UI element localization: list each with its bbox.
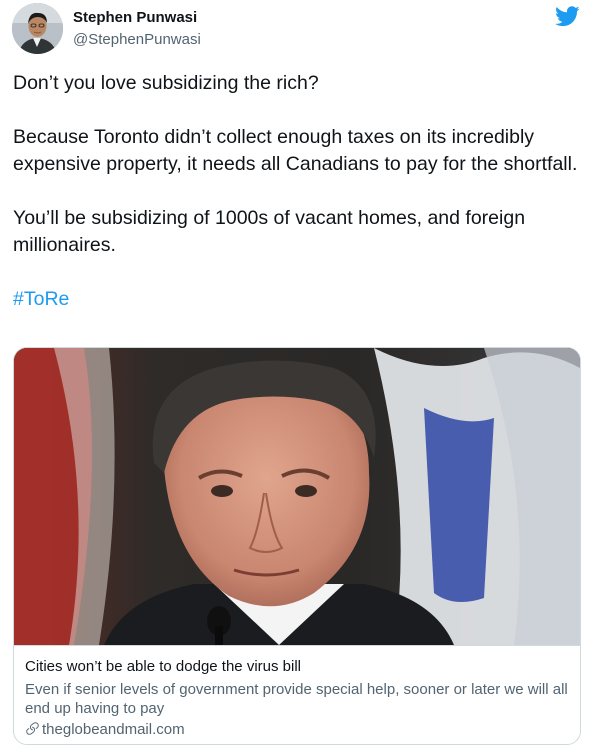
card-domain-text[interactable]: theglobeandmail.com [42, 721, 185, 738]
card-description: Even if senior levels of government prov… [25, 681, 568, 717]
card-photo [14, 348, 580, 645]
card-meta[interactable]: Cities won’t be able to dodge the virus … [14, 645, 580, 744]
link-icon [26, 722, 39, 735]
hashtag-line: #ToRe [13, 286, 583, 313]
tweet-paragraph: You’ll be subsidizing of 1000s of vacant… [13, 207, 531, 256]
author-name[interactable]: Stephen Punwasi [73, 9, 197, 26]
hashtag-link[interactable]: #ToRe [13, 288, 69, 310]
card-domain[interactable]: theglobeandmail.com [25, 720, 580, 740]
tweet-paragraph: Don’t you love subsidizing the rich? [13, 72, 319, 94]
avatar-photo [12, 3, 63, 54]
tweet-text: Don’t you love subsidizing the rich? Bec… [13, 70, 583, 340]
link-preview-card[interactable]: Cities won’t be able to dodge the virus … [13, 347, 581, 745]
tweet-header: Stephen Punwasi @StephenPunwasi [12, 3, 585, 55]
tweet-paragraph: Because Toronto didn’t collect enough ta… [13, 126, 578, 175]
card-title[interactable]: Cities won’t be able to dodge the virus … [25, 657, 580, 677]
tweet-embed: Stephen Punwasi @StephenPunwasi Don’t yo… [0, 0, 597, 747]
author-avatar[interactable] [12, 3, 63, 54]
card-image[interactable] [14, 348, 580, 645]
author-handle[interactable]: @StephenPunwasi [73, 31, 201, 48]
twitter-bird-icon[interactable] [555, 6, 580, 27]
